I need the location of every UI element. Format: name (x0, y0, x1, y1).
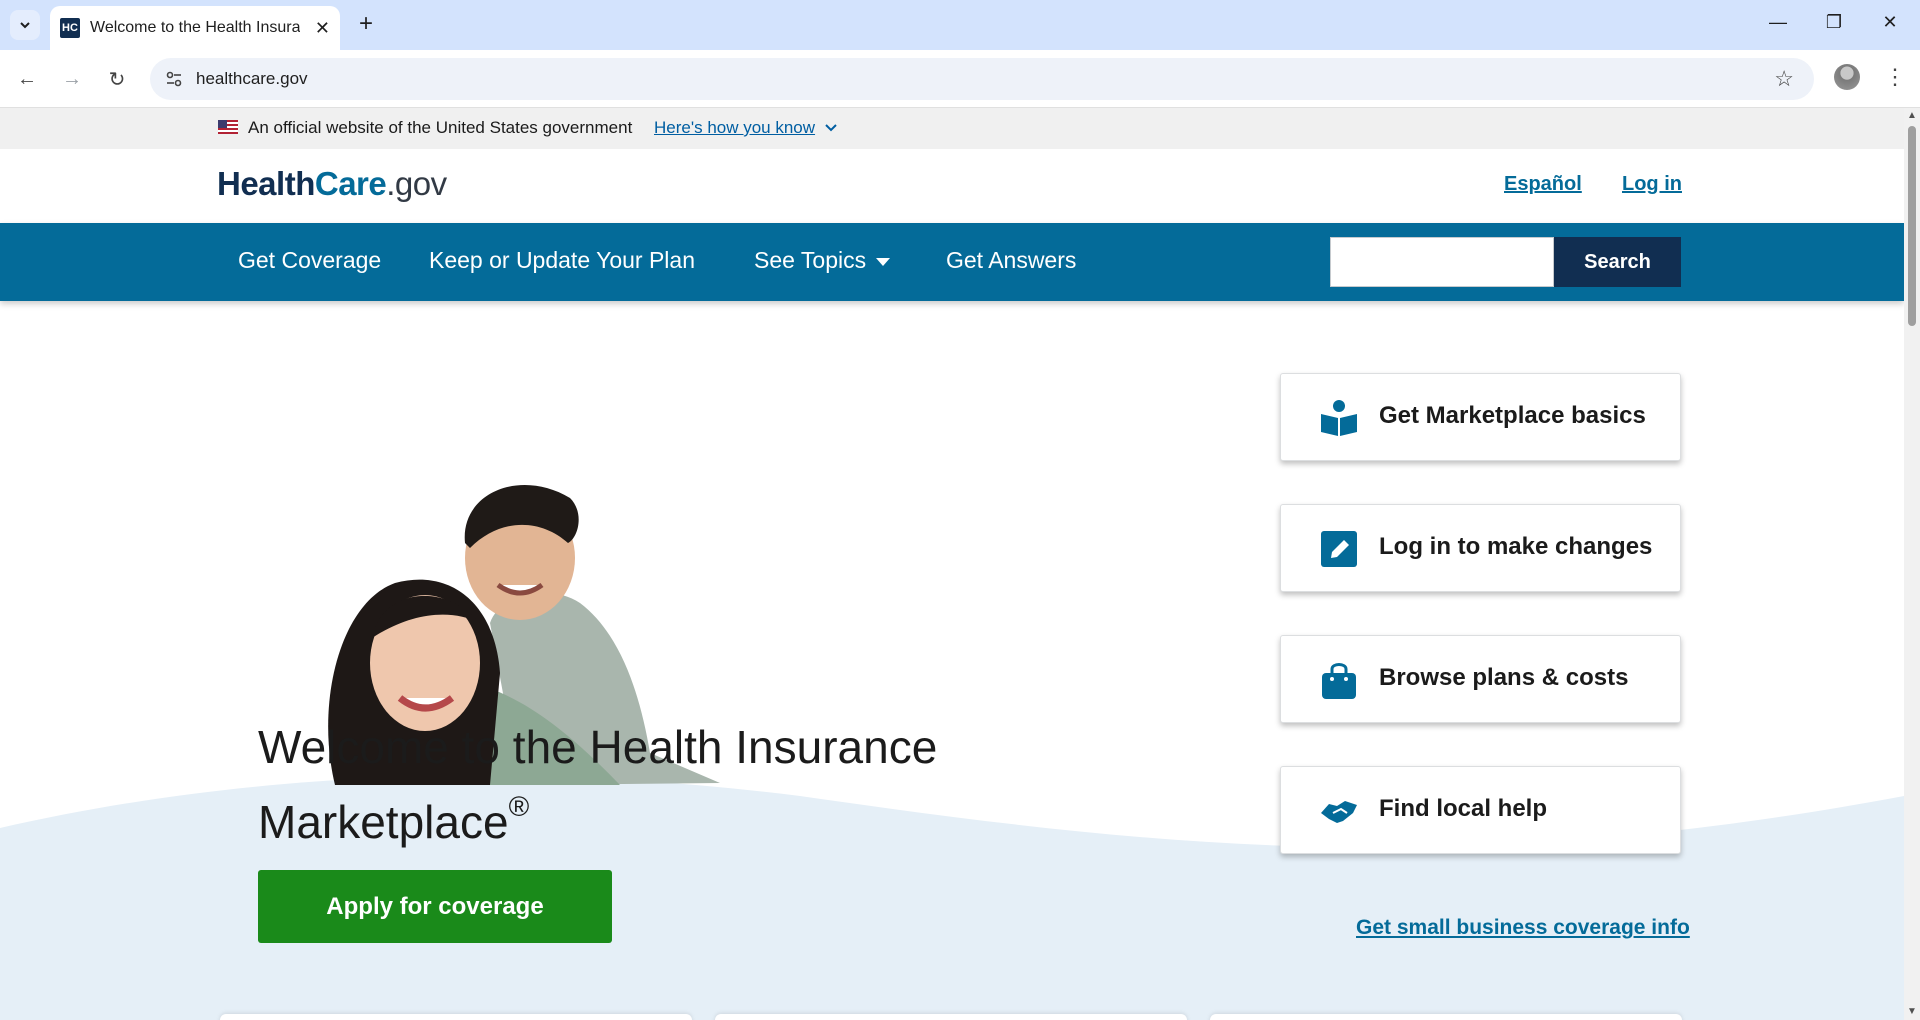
tab-search-button[interactable] (10, 10, 40, 40)
gov-banner: An official website of the United States… (0, 108, 1904, 149)
close-window-icon[interactable]: ✕ (1878, 12, 1902, 33)
restore-icon[interactable]: ❐ (1822, 12, 1846, 33)
scroll-down-icon[interactable]: ▼ (1907, 1006, 1917, 1017)
us-flag-icon (218, 120, 238, 134)
espanol-link[interactable]: Español (1504, 173, 1582, 196)
new-tab-button[interactable]: + (352, 10, 380, 38)
small-business-link[interactable]: Get small business coverage info (1356, 916, 1690, 940)
card-login-changes[interactable]: Log in to make changes (1280, 504, 1681, 592)
active-tab[interactable]: HC Welcome to the Health Insurance Marke… (50, 6, 340, 50)
card-marketplace-basics[interactable]: Get Marketplace basics (1280, 373, 1681, 461)
content-card (220, 1014, 692, 1020)
browser-toolbar: ← → ↻ healthcare.gov ☆ ⋮ (0, 50, 1920, 108)
nav-see-topics-label: See Topics (754, 247, 867, 273)
browser-menu-icon[interactable]: ⋮ (1884, 64, 1906, 90)
shopping-bag-icon (1322, 663, 1356, 699)
hero-title-line2: Marketplace (258, 796, 509, 848)
site-info-icon[interactable] (164, 69, 184, 89)
card-find-help[interactable]: Find local help (1280, 766, 1681, 854)
minimize-icon[interactable]: — (1766, 12, 1790, 33)
url-text: healthcare.gov (196, 69, 308, 88)
back-icon[interactable]: ← (12, 64, 42, 94)
gov-banner-text: An official website of the United States… (248, 118, 633, 137)
address-bar[interactable]: healthcare.gov ☆ (150, 58, 1814, 100)
hero-title: Welcome to the Health Insurance Marketpl… (258, 718, 937, 852)
caret-down-icon (876, 257, 891, 266)
logo-health: Health (217, 165, 315, 202)
card-label: Get Marketplace basics (1379, 402, 1646, 429)
card-browse-plans[interactable]: Browse plans & costs (1280, 635, 1681, 723)
apply-for-coverage-button[interactable]: Apply for coverage (258, 870, 612, 943)
chevron-down-icon (20, 22, 30, 29)
content-card (1210, 1014, 1682, 1020)
healthcare-gov-logo[interactable]: HealthCare.gov (217, 165, 447, 203)
pencil-icon (1321, 531, 1357, 567)
page-scrollbar[interactable]: ▲ ▼ (1904, 108, 1920, 1020)
card-label: Browse plans & costs (1379, 664, 1629, 691)
card-label: Log in to make changes (1379, 533, 1653, 560)
reload-icon[interactable]: ↻ (102, 64, 132, 94)
search-button[interactable]: Search (1554, 237, 1681, 287)
nav-get-answers[interactable]: Get Answers (946, 247, 1076, 274)
scroll-thumb[interactable] (1908, 126, 1916, 326)
page-viewport: An official website of the United States… (0, 108, 1904, 1020)
main-nav: Get Coverage Keep or Update Your Plan Se… (0, 223, 1904, 301)
search-input[interactable] (1330, 237, 1554, 287)
how-you-know-link[interactable]: Here's how you know (654, 118, 815, 138)
healthcare-favicon: HC (60, 18, 80, 38)
logo-care: Care (314, 165, 387, 202)
site-header: HealthCare.gov Español Log in (0, 149, 1904, 223)
nav-get-coverage[interactable]: Get Coverage (238, 247, 381, 274)
handshake-icon (1321, 801, 1357, 823)
bookmark-star-icon[interactable]: ☆ (1774, 66, 1794, 92)
profile-avatar[interactable] (1834, 64, 1860, 90)
scroll-up-icon[interactable]: ▲ (1907, 110, 1917, 121)
content-card (715, 1014, 1187, 1020)
login-link[interactable]: Log in (1622, 173, 1682, 196)
logo-gov: .gov (386, 165, 447, 202)
close-tab-icon[interactable]: ✕ (315, 18, 330, 39)
browser-tab-bar: HC Welcome to the Health Insurance Marke… (0, 0, 1920, 50)
registered-mark: ® (508, 791, 530, 822)
tab-title: Welcome to the Health Insurance Marketpl… (90, 19, 300, 36)
nav-keep-update-plan[interactable]: Keep or Update Your Plan (429, 247, 695, 274)
reader-icon (1321, 400, 1357, 436)
forward-icon[interactable]: → (57, 64, 87, 94)
nav-see-topics[interactable]: See Topics (754, 247, 891, 274)
card-label: Find local help (1379, 795, 1548, 822)
hero-title-line1: Welcome to the Health Insurance (258, 721, 938, 773)
chevron-down-icon[interactable] (824, 122, 838, 134)
